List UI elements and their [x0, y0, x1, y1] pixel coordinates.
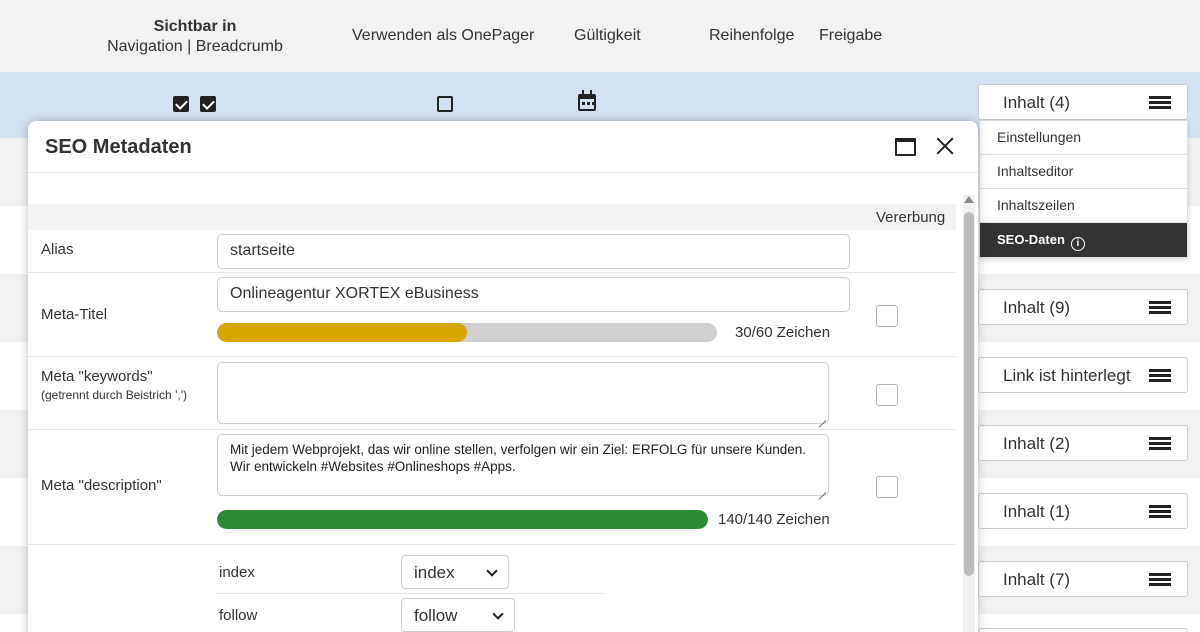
scrollbar-thumb[interactable] [964, 212, 974, 576]
alias-input[interactable]: startseite [217, 234, 850, 269]
menu-item-content-rows[interactable]: Inhaltszeilen [980, 189, 1187, 223]
column-validity: Gültigkeit [574, 27, 641, 44]
keywords-hint: (getrennt durch Beistrich ',') [41, 388, 187, 402]
meta-title-input[interactable]: Onlineagentur XORTEX eBusiness [217, 277, 850, 312]
follow-label: follow [219, 607, 258, 624]
keywords-inherit-checkbox[interactable] [876, 384, 898, 406]
form-header: Vererbung [28, 204, 956, 230]
keywords-row: Meta "keywords" (getrennt durch Beistric… [28, 357, 956, 430]
column-release: Freigabe [819, 27, 883, 44]
meta-title-row: Meta-Titel Onlineagentur XORTEX eBusines… [28, 273, 956, 357]
description-progress-fill [217, 510, 708, 529]
menu-lines-icon [1149, 96, 1171, 109]
onepager-checkbox[interactable] [437, 96, 453, 112]
content-button-label: Inhalt (2) [1003, 434, 1071, 453]
table-header: Sichtbar in Navigation | Breadcrumb Verw… [0, 0, 1200, 72]
content-button-label: Inhalt (4) [1003, 93, 1071, 112]
menu-lines-icon [1149, 573, 1171, 586]
chevron-down-icon [486, 565, 498, 577]
alias-row: Alias startseite [28, 230, 956, 273]
breadcrumb-checkbox[interactable] [200, 96, 216, 112]
alias-label: Alias [41, 241, 74, 258]
content-button[interactable]: Inhalt (4) [978, 84, 1188, 120]
description-row: Meta "description" Mit jedem Webprojekt,… [28, 430, 956, 545]
resize-handle-icon[interactable] [818, 413, 826, 421]
menu-lines-icon [1149, 369, 1171, 382]
divider [217, 593, 605, 594]
meta-title-label: Meta-Titel [41, 306, 108, 323]
menu-lines-icon [1149, 437, 1171, 450]
description-counter: 140/140 Zeichen [718, 511, 830, 528]
chevron-down-icon [492, 608, 504, 620]
column-visible-title: Sichtbar in [153, 18, 237, 35]
calendar-icon[interactable] [578, 90, 596, 111]
meta-title-counter: 30/60 Zeichen [735, 324, 831, 341]
content-button[interactable] [978, 628, 1188, 632]
follow-select[interactable]: follow [401, 598, 515, 632]
content-context-menu: Einstellungen Inhaltseditor Inhaltszeile… [979, 120, 1188, 258]
keywords-textarea[interactable] [217, 362, 829, 424]
content-button-label: Inhalt (9) [1003, 298, 1071, 317]
info-icon: i [1070, 237, 1085, 251]
resize-handle-icon[interactable] [818, 485, 826, 493]
robots-row: index index follow follow [28, 545, 956, 632]
maximize-icon[interactable] [895, 138, 916, 156]
description-value: Mit jedem Webprojekt, das wir online ste… [230, 442, 807, 474]
menu-lines-icon [1149, 505, 1171, 518]
content-button-label: Inhalt (7) [1003, 570, 1071, 589]
description-inherit-checkbox[interactable] [876, 476, 898, 498]
meta-title-progress-fill [217, 323, 467, 342]
keywords-label: Meta "keywords" [41, 368, 153, 385]
meta-title-progress [217, 323, 717, 342]
index-label: index [219, 564, 255, 581]
divider [28, 172, 978, 173]
menu-item-content-editor[interactable]: Inhaltseditor [980, 155, 1187, 189]
menu-item-seo-data[interactable]: SEO-Daten i [980, 223, 1187, 257]
index-select[interactable]: index [401, 555, 509, 589]
menu-item-seo-label: SEO-Daten [997, 232, 1065, 247]
content-button[interactable]: Inhalt (9) [978, 289, 1188, 325]
close-icon[interactable] [935, 136, 955, 156]
index-select-value: index [414, 563, 455, 582]
column-onepager: Verwenden als OnePager [352, 27, 535, 44]
column-order: Reihenfolge [709, 27, 795, 44]
description-textarea[interactable]: Mit jedem Webprojekt, das wir online ste… [217, 434, 829, 496]
inherit-column-header: Vererbung [876, 209, 946, 226]
content-button[interactable]: Link ist hinterlegt [978, 357, 1188, 393]
content-button[interactable]: Inhalt (1) [978, 493, 1188, 529]
scroll-up-icon[interactable] [964, 196, 974, 203]
column-visible-in: Sichtbar in Navigation | Breadcrumb [104, 17, 286, 57]
description-label: Meta "description" [41, 477, 162, 494]
meta-title-inherit-checkbox[interactable] [876, 305, 898, 327]
content-button-label: Inhalt (1) [1003, 502, 1071, 521]
follow-select-value: follow [414, 606, 458, 625]
content-button[interactable]: Inhalt (2) [978, 425, 1188, 461]
content-button[interactable]: Inhalt (7) [978, 561, 1188, 597]
column-visible-sub: Navigation | Breadcrumb [107, 38, 283, 55]
navigation-checkbox[interactable] [173, 96, 189, 112]
menu-item-settings[interactable]: Einstellungen [980, 121, 1187, 155]
description-progress [217, 510, 708, 529]
modal-title: SEO Metadaten [45, 136, 192, 158]
seo-modal: SEO Metadaten Vererbung Alias startseite… [28, 121, 978, 632]
content-button-label: Link ist hinterlegt [1003, 366, 1131, 385]
menu-lines-icon [1149, 301, 1171, 314]
